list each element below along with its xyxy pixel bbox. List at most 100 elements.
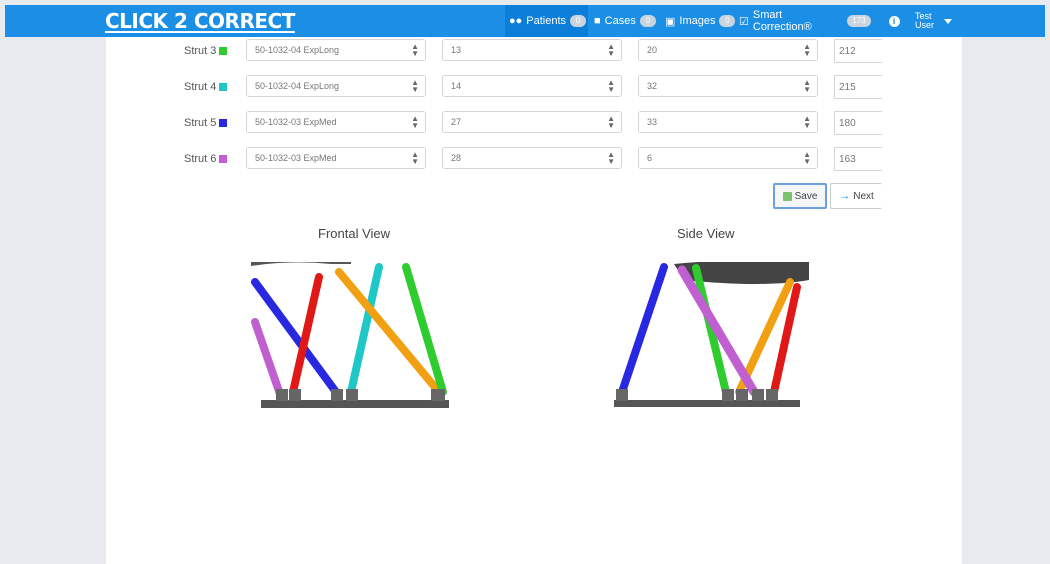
frame-ring [251,262,351,266]
strut-color-swatch [219,119,228,127]
strut-length-field[interactable]: 180 [834,111,882,135]
frame-base [261,400,449,408]
save-button[interactable]: Save [773,183,827,209]
strut-b-value: 32 [647,81,658,91]
nav-patients[interactable]: ●● Patients 0 [505,5,588,37]
brand-logo[interactable]: CLICK 2 CORRECT [105,9,295,33]
strut-b-select[interactable]: 32 ▲ ▼ [638,75,818,97]
strut-row: Strut 4 50-1032-04 ExpLong ▲ ▼ 14 ▲ ▼ 32 ▲… [106,75,962,99]
nav-images[interactable]: ▣ Images 0 [661,5,736,37]
joint [331,389,343,401]
select-arrows-icon: ▲ ▼ [411,114,419,130]
nav-info[interactable]: i [881,5,907,37]
next-button[interactable]: → Next [830,183,882,209]
strut-part-value: 50-1032-03 ExpMed [255,117,337,127]
calendar-check-icon: ☑ [739,15,749,28]
arrow-right-icon: → [839,190,851,202]
select-arrows-icon: ▲ ▼ [607,78,615,94]
joint [289,389,301,401]
top-navbar: CLICK 2 CORRECT ●● Patients 0 ■ Cases 0 … [5,5,1045,37]
select-arrows-icon: ▲ ▼ [803,114,811,130]
strut-part-value: 50-1032-04 ExpLong [255,45,340,55]
strut-length-field[interactable]: 215 [834,75,882,99]
joint [431,389,445,401]
strut-part-select[interactable]: 50-1032-03 ExpMed ▲ ▼ [246,111,426,133]
strut-label-text: Strut 5 [184,117,217,129]
strut-length-field[interactable]: 163 [834,147,882,171]
nav-patients-badge: 0 [570,15,587,27]
strut-row: Strut 6 50-1032-03 ExpMed ▲ ▼ 28 ▲ ▼ 6 ▲ ▼ … [106,147,962,171]
strut-color-swatch [219,47,228,55]
select-arrows-icon: ▲ ▼ [411,42,419,58]
select-arrows-icon: ▲ ▼ [411,78,419,94]
select-arrows-icon: ▲ ▼ [803,150,811,166]
select-arrows-icon: ▲ ▼ [607,114,615,130]
next-button-label: Next [853,190,874,202]
strut-label: Strut 4 [184,81,228,93]
strut-a-value: 14 [451,81,462,91]
save-button-label: Save [794,190,818,202]
strut-a-value: 27 [451,117,462,127]
image-icon: ▣ [665,15,676,28]
strut-b-value: 33 [647,117,658,127]
strut-b-select[interactable]: 33 ▲ ▼ [638,111,818,133]
nav-images-label: Images [679,15,716,27]
select-arrows-icon: ▲ ▼ [803,42,811,58]
nav-smart-correction-badge: 173 [847,15,871,27]
joint [276,389,288,401]
select-arrows-icon: ▲ ▼ [607,42,615,58]
strut-part-select[interactable]: 50-1032-04 ExpLong ▲ ▼ [246,75,426,97]
frontal-view-title: Frontal View [318,226,391,241]
strut-b-value: 20 [647,45,658,55]
strut-a-select[interactable]: 14 ▲ ▼ [442,75,622,97]
strut-row: Strut 3 50-1032-04 ExpLong ▲ ▼ 13 ▲ ▼ 20 ▲… [106,39,962,63]
joint [722,389,734,401]
strut-part-value: 50-1032-04 ExpLong [255,81,340,91]
select-arrows-icon: ▲ ▼ [607,150,615,166]
strut-a-select[interactable]: 27 ▲ ▼ [442,111,622,133]
users-icon: ●● [509,15,523,27]
select-arrows-icon: ▲ ▼ [411,150,419,166]
strut-a-value: 13 [451,45,462,55]
strut-a-select[interactable]: 28 ▲ ▼ [442,147,622,169]
save-icon [782,191,792,201]
user-last-name: User [915,20,935,30]
strut-part-value: 50-1032-03 ExpMed [255,153,337,163]
main-content: Strut 3 50-1032-04 ExpLong ▲ ▼ 13 ▲ ▼ 20 ▲… [106,37,962,564]
strut-label-text: Strut 3 [184,45,217,57]
nav-cases[interactable]: ■ Cases 0 [590,5,660,37]
strut-5-shape [618,263,668,396]
strut-length-field[interactable]: 212 [834,39,882,63]
nav-patients-label: Patients [526,15,567,27]
info-icon: i [888,15,900,27]
frame-base [614,400,800,407]
joint [346,389,358,401]
strut-color-swatch [219,83,228,91]
strut-a-value: 28 [451,153,462,163]
joint [766,389,778,401]
strut-part-select[interactable]: 50-1032-04 ExpLong ▲ ▼ [246,39,426,61]
strut-row: Strut 5 50-1032-03 ExpMed ▲ ▼ 27 ▲ ▼ 33 ▲ ▼… [106,111,962,135]
strut-label: Strut 6 [184,153,228,165]
joint [616,389,628,401]
joint [736,389,748,401]
user-menu[interactable]: Test User [911,5,963,37]
joint [752,389,764,401]
strut-part-select[interactable]: 50-1032-03 ExpMed ▲ ▼ [246,147,426,169]
strut-label: Strut 5 [184,117,228,129]
nav-images-badge: 0 [719,15,736,27]
strut-b-select[interactable]: 20 ▲ ▼ [638,39,818,61]
strut-b-select[interactable]: 6 ▲ ▼ [638,147,818,169]
nav-smart-correction-label: Smart Correction® [752,9,812,33]
chevron-down-icon [944,18,953,24]
strut-label: Strut 3 [184,45,228,57]
strut-b-value: 6 [647,153,653,163]
side-view-title: Side View [677,226,735,241]
strut-6-shape [251,318,285,401]
select-arrows-icon: ▲ ▼ [803,78,811,94]
frontal-view-render [251,262,449,408]
strut-label-text: Strut 6 [184,153,217,165]
nav-cases-badge: 0 [639,15,656,27]
nav-smart-correction[interactable]: ☑ Smart Correction® 173 [735,5,875,37]
strut-a-select[interactable]: 13 ▲ ▼ [442,39,622,61]
